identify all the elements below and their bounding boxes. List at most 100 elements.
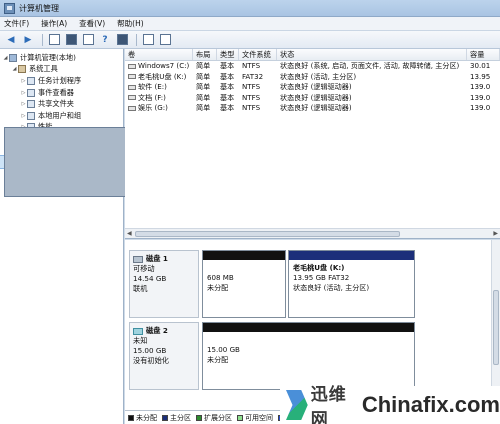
drive-icon [128, 84, 136, 90]
volume-name: 老毛桃U盘 (K:) [138, 71, 187, 81]
volume-status: 状态良好 (逻辑驱动器) [280, 92, 352, 102]
column-volume[interactable]: 卷 [125, 49, 193, 60]
toolbar: ◀ ▶ ? [0, 31, 500, 49]
column-status[interactable]: 状态 [277, 49, 467, 60]
menu-bar: 文件(F) 操作(A) 查看(V) 帮助(H) [0, 17, 500, 31]
help-icon[interactable]: ? [98, 33, 112, 47]
show-hide-tree-icon[interactable] [64, 33, 78, 47]
table-row[interactable]: 娱乐 (G:) 简单 基本 NTFS 状态良好 (逻辑驱动器) 139.0 [125, 103, 500, 114]
disk-2-row: 磁盘 2 未知 15.00 GB 没有初始化 15.00 GB 未分配 [129, 322, 487, 392]
legend-item: 扩展分区 [196, 413, 232, 423]
vertical-scrollbar[interactable] [491, 240, 500, 410]
disk-1-status: 联机 [133, 284, 148, 293]
vertical-scroll-thumb[interactable] [493, 290, 499, 365]
tree-item[interactable]: ▷ 事件查看器 [0, 87, 123, 99]
tree-item[interactable]: 磁盘管理 [0, 127, 362, 198]
volume-layout: 简单 [196, 82, 211, 92]
volume-layout: 简单 [196, 103, 211, 113]
table-row[interactable]: 老毛桃U盘 (K:) 简单 基本 FAT32 状态良好 (活动, 主分区) 13.95 [125, 72, 500, 83]
toolbar-separator [42, 33, 43, 46]
volume-cell: 文档 (F:) [125, 93, 193, 104]
menu-help[interactable]: 帮助(H) [117, 18, 144, 29]
column-type[interactable]: 类型 [217, 49, 239, 60]
expand-icon[interactable]: ◢ [11, 66, 18, 72]
table-row[interactable]: 软件 (E:) 简单 基本 NTFS 状态良好 (逻辑驱动器) 139.0 [125, 82, 500, 93]
menu-view[interactable]: 查看(V) [79, 18, 105, 29]
legend-swatch [237, 414, 243, 421]
volume-list-header: 卷 布局 类型 文件系统 状态 容量 [125, 49, 500, 61]
disk-1-info[interactable]: 磁盘 1 可移动 14.54 GB 联机 [129, 250, 199, 318]
volume-type: 基本 [220, 92, 235, 102]
drive-icon [128, 95, 136, 101]
tree-item[interactable]: ▷ 本地用户和组 [0, 110, 123, 122]
title-bar: 计算机管理 [0, 0, 500, 17]
volume-status: 状态良好 (逻辑驱动器) [280, 103, 352, 113]
partition-label: 老毛桃U盘 (K:) [293, 263, 345, 272]
folder-icon [27, 100, 35, 109]
partition-state: 未分配 [207, 283, 229, 292]
horizontal-scrollbar[interactable]: ◀ ▶ [125, 228, 500, 238]
expand-icon[interactable]: ◢ [2, 55, 9, 61]
expand-icon[interactable]: ▷ [20, 90, 27, 96]
disk-2-unallocated-partition[interactable]: 15.00 GB 未分配 [202, 322, 415, 390]
volume-status: 状态良好 (系统, 启动, 页面文件, 活动, 故障转储, 主分区) [280, 61, 460, 70]
toolbar-separator [136, 33, 137, 46]
table-row[interactable]: Windows7 (C:) 简单 基本 NTFS 状态良好 (系统, 启动, 页面文件,… [125, 61, 500, 72]
forward-icon[interactable]: ▶ [21, 33, 35, 47]
tree-item-label: 系统工具 [29, 64, 58, 74]
disk-1-unallocated-partition[interactable]: 608 MB 未分配 [202, 250, 286, 318]
up-folder-icon[interactable] [47, 33, 61, 47]
partition-size: 13.95 GB FAT32 [293, 273, 350, 282]
tools-icon [18, 65, 26, 74]
tree-item[interactable]: ▷ 共享文件夹 [0, 98, 123, 110]
scroll-right-icon[interactable]: ▶ [493, 230, 498, 237]
tree-item[interactable]: ◢ 系统工具 [0, 64, 123, 76]
partition-state: 未分配 [207, 355, 229, 364]
tree-item-label: 本地用户和组 [38, 110, 82, 120]
volume-filesystem: NTFS [242, 103, 261, 113]
users-icon [27, 111, 35, 120]
legend-swatch [162, 414, 168, 421]
volume-layout: 简单 [196, 92, 211, 102]
menu-action[interactable]: 操作(A) [41, 18, 67, 29]
table-row[interactable]: 文档 (F:) 简单 基本 NTFS 状态良好 (逻辑驱动器) 139.0 [125, 93, 500, 104]
scroll-left-icon[interactable]: ◀ [127, 230, 132, 237]
volume-name: Windows7 (C:) [138, 61, 190, 70]
disk-1-k-partition[interactable]: 老毛桃U盘 (K:) 13.95 GB FAT32 状态良好 (活动, 主分区) [288, 250, 415, 318]
volume-filesystem: NTFS [242, 92, 261, 102]
tree-item[interactable]: ◢ 计算机管理(本地) [0, 52, 123, 64]
horizontal-scroll-thumb[interactable] [135, 231, 400, 237]
volume-capacity: 139.0 [470, 103, 491, 113]
list-view-icon[interactable] [115, 33, 129, 47]
volume-capacity: 30.01 [470, 61, 491, 70]
watermark-cn: 迅维网 [310, 385, 347, 424]
partition-size: 15.00 GB [207, 345, 240, 354]
expand-icon[interactable]: ▷ [20, 113, 27, 119]
menu-file[interactable]: 文件(F) [4, 18, 29, 29]
column-capacity[interactable]: 容量 [467, 49, 500, 60]
expand-icon[interactable]: ▷ [20, 78, 27, 84]
legend-label: 未分配 [136, 413, 157, 422]
disk-2-type: 未知 [133, 336, 148, 345]
disk-2-info[interactable]: 磁盘 2 未知 15.00 GB 没有初始化 [129, 322, 199, 390]
navigation-tree: ◢ 计算机管理(本地) ◢ 系统工具 ▷ 任务计划程序 ▷ 事件查看器 ▷ 共享文件夹 ▷ 本地用户和… [0, 49, 362, 424]
properties-icon[interactable] [81, 33, 95, 47]
window-title: 计算机管理 [19, 3, 59, 13]
drive-icon [128, 74, 136, 80]
connect-icon[interactable] [141, 33, 155, 47]
chinafix-logo-icon [286, 390, 308, 420]
back-icon[interactable]: ◀ [4, 33, 18, 47]
watermark: 迅维网 Chinafix.com [280, 385, 500, 424]
refresh-icon[interactable] [158, 33, 172, 47]
unallocated-bar [203, 251, 285, 260]
volume-name: 娱乐 (G:) [138, 103, 168, 113]
disk-1-row: 磁盘 1 可移动 14.54 GB 联机 608 MB 未分配 老毛桃U盘 (K… [129, 250, 487, 320]
volume-status: 状态良好 (活动, 主分区) [280, 71, 357, 81]
column-filesystem[interactable]: 文件系统 [239, 49, 277, 60]
tree-item[interactable]: ▷ 任务计划程序 [0, 75, 123, 87]
expand-icon[interactable]: ▷ [20, 101, 27, 107]
column-layout[interactable]: 布局 [193, 49, 217, 60]
partition-state: 状态良好 (活动, 主分区) [293, 283, 370, 292]
volume-type: 基本 [220, 61, 235, 70]
partition-size: 608 MB [207, 273, 234, 282]
